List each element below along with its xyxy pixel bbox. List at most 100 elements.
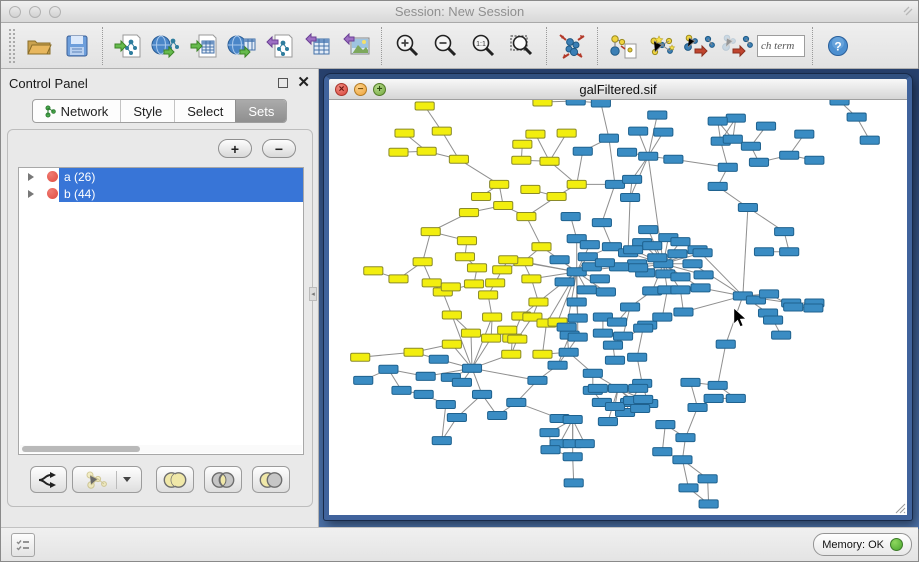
tab-style-label: Style [133,104,162,119]
tab-style[interactable]: Style [120,100,174,122]
panel-collapse-handle[interactable]: ◂ [309,287,317,301]
create-network-from-set-button[interactable] [72,466,142,493]
selection-highlight [59,168,303,185]
tab-sets[interactable]: Sets [235,100,286,122]
minimize-window-button[interactable] [29,6,41,18]
network-from-selected-icon [683,32,715,60]
status-bar: Memory: OK [1,527,918,561]
apply-layout-icon [557,32,587,60]
list-item[interactable]: b (44) [19,185,303,202]
network-canvas[interactable] [329,100,907,515]
toolbar-separator [381,27,382,65]
tab-network[interactable]: Network [33,100,121,122]
app-titlebar: Session: New Session [1,1,918,23]
sets-action-bar [8,466,312,494]
network-graph[interactable] [329,100,907,515]
dropdown-caret-icon[interactable] [123,477,131,482]
main-toolbar: 1:1 [1,23,918,69]
set-color-dot-icon [47,188,58,199]
import-table-file-button[interactable] [186,27,222,65]
split-arrows-icon [37,471,61,489]
network-window-titlebar[interactable]: × − + galFiltered.sif [329,79,907,100]
import-network-file-button[interactable] [110,27,146,65]
split-sets-button[interactable] [30,466,67,493]
help-icon: ? [827,35,849,57]
toolbar-separator [812,27,813,65]
import-network-web-button[interactable] [148,27,184,65]
set-item-label: a (26) [64,170,95,184]
close-window-button[interactable] [9,6,21,18]
difference-sets-button[interactable] [252,466,290,493]
select-first-neighbors-button[interactable] [643,27,679,65]
toolbar-separator [546,27,547,65]
tab-network-label: Network [61,104,109,119]
zoom-fit-icon [508,33,534,59]
apply-layout-button[interactable] [554,27,590,65]
hide-selected-button[interactable] [605,27,641,65]
expander-triangle-icon[interactable] [28,190,34,198]
export-table-icon [304,33,332,59]
export-image-icon [342,33,370,59]
toolbar-drag-handle[interactable] [9,29,15,63]
zoom-out-button[interactable] [427,27,463,65]
control-panel: Control Panel ✕ Network Style Select [1,69,319,529]
memory-status-label: Memory: OK [822,539,884,551]
list-item[interactable]: a (26) [19,168,303,185]
button-divider [116,471,117,489]
intersect-sets-button[interactable] [204,466,242,493]
selection-highlight [59,185,303,202]
tab-select-label: Select [187,104,223,119]
hide-selected-icon [608,32,638,60]
toolbar-separator [102,27,103,65]
tab-sets-label: Sets [248,104,274,119]
task-history-button[interactable] [11,533,35,557]
export-network-icon [266,33,294,59]
window-resize-grip[interactable] [894,502,906,514]
export-network-button[interactable] [262,27,298,65]
open-folder-icon [26,35,52,57]
control-panel-title: Control Panel [9,76,88,91]
venn-union-icon [162,471,188,489]
control-panel-tabbar: Network Style Select Sets [1,99,318,123]
zoom-out-icon [432,33,458,59]
expander-triangle-icon[interactable] [28,173,34,181]
zoom-in-icon [394,33,420,59]
scrollbar-thumb[interactable] [22,446,140,452]
close-panel-button[interactable]: ✕ [297,78,310,88]
export-table-button[interactable] [300,27,336,65]
svg-text:1:1: 1:1 [476,41,486,48]
import-table-web-icon [227,33,257,59]
zoom-in-button[interactable] [389,27,425,65]
memory-ok-indicator-icon [890,538,903,551]
horizontal-scrollbar[interactable] [20,445,302,453]
remove-set-button[interactable]: − [262,139,296,158]
float-panel-button[interactable] [278,78,288,88]
memory-status-button[interactable]: Memory: OK [813,533,912,556]
sets-list[interactable]: a (26) b (44) [18,167,304,455]
add-set-button[interactable]: + [218,139,252,158]
help-button[interactable]: ? [820,27,856,65]
union-sets-button[interactable] [156,466,194,493]
export-image-button[interactable] [338,27,374,65]
task-checklist-icon [16,539,30,551]
save-session-button[interactable] [59,27,95,65]
import-table-web-button[interactable] [224,27,260,65]
tab-select[interactable]: Select [174,100,235,122]
window-title: Session: New Session [1,4,918,19]
search-input[interactable] [757,35,805,57]
open-file-button[interactable] [21,27,57,65]
control-panel-header: Control Panel ✕ [1,69,318,97]
network-from-unselected-icon [721,32,753,60]
zoom-fit-selected-button[interactable] [503,27,539,65]
network-view-window[interactable]: × − + galFiltered.sif [324,74,912,520]
svg-text:?: ? [834,39,841,53]
faded-network-icon [84,470,110,490]
venn-intersection-icon [210,471,236,489]
zoom-window-button[interactable] [49,6,61,18]
zoom-1-1-icon: 1:1 [470,33,496,59]
sets-panel: + − a (26) b (44) [7,129,313,507]
zoom-actual-size-button[interactable]: 1:1 [465,27,501,65]
new-network-from-selected-button[interactable] [681,27,717,65]
new-network-from-unselected-button[interactable] [719,27,755,65]
toolbar-separator [597,27,598,65]
